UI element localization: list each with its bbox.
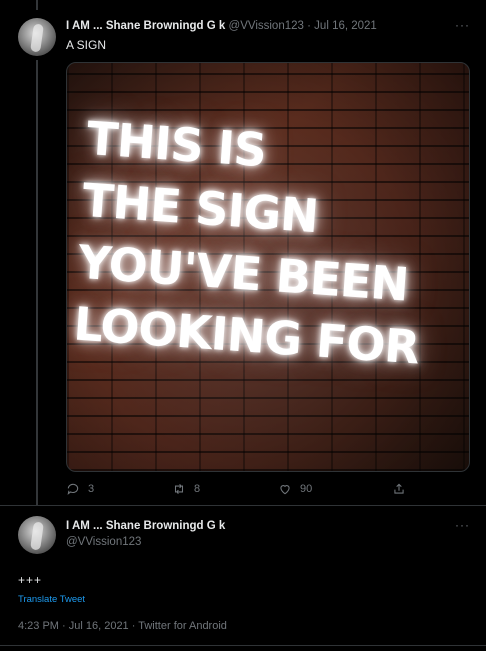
like-count: 90 — [300, 483, 313, 495]
tweet-actions: 3 8 90 — [66, 482, 466, 498]
more-options-icon[interactable]: ··· — [455, 519, 471, 532]
thread-connector — [36, 60, 38, 506]
bottom-divider — [0, 645, 486, 646]
tweet-text: A SIGN — [66, 38, 107, 52]
author-handle[interactable]: @VVission123 — [66, 536, 141, 548]
share-button[interactable] — [392, 482, 406, 496]
tweet-image[interactable]: THIS IS THE SIGN YOU'VE BEEN LOOKING FOR — [66, 62, 470, 472]
author-handle[interactable]: @VVission123 — [229, 20, 304, 32]
tweet-metadata[interactable]: 4:23 PM · Jul 16, 2021 · Twitter for And… — [18, 620, 227, 632]
separator-dot: · — [307, 20, 311, 32]
reply-icon — [67, 483, 79, 495]
translate-tweet-link[interactable]: Translate Tweet — [18, 594, 85, 605]
avatar[interactable] — [18, 516, 56, 554]
more-options-icon[interactable]: ··· — [455, 19, 471, 32]
tweet-text: +++ — [18, 573, 43, 587]
author-name[interactable]: I AM ... Shane Browningd G k — [66, 520, 225, 532]
reply-count: 3 — [88, 483, 95, 495]
heart-icon — [280, 485, 290, 495]
neon-sign-text: THIS IS THE SIGN YOU'VE BEEN LOOKING FOR — [72, 107, 448, 380]
retweet-count: 8 — [194, 483, 201, 495]
thread-connector-top — [36, 0, 38, 10]
tweet-divider — [0, 505, 486, 506]
tweet-header: I AM ... Shane Browningd G k @VVission12… — [66, 20, 377, 32]
retweet-button[interactable]: 8 — [172, 482, 200, 496]
tweet-date[interactable]: Jul 16, 2021 — [314, 20, 377, 32]
like-button[interactable]: 90 — [278, 482, 312, 496]
author-name[interactable]: I AM ... Shane Browningd G k — [66, 20, 225, 32]
reply-button[interactable]: 3 — [66, 482, 94, 496]
retweet-icon — [174, 483, 184, 495]
avatar[interactable] — [18, 18, 56, 56]
share-icon — [394, 483, 404, 494]
